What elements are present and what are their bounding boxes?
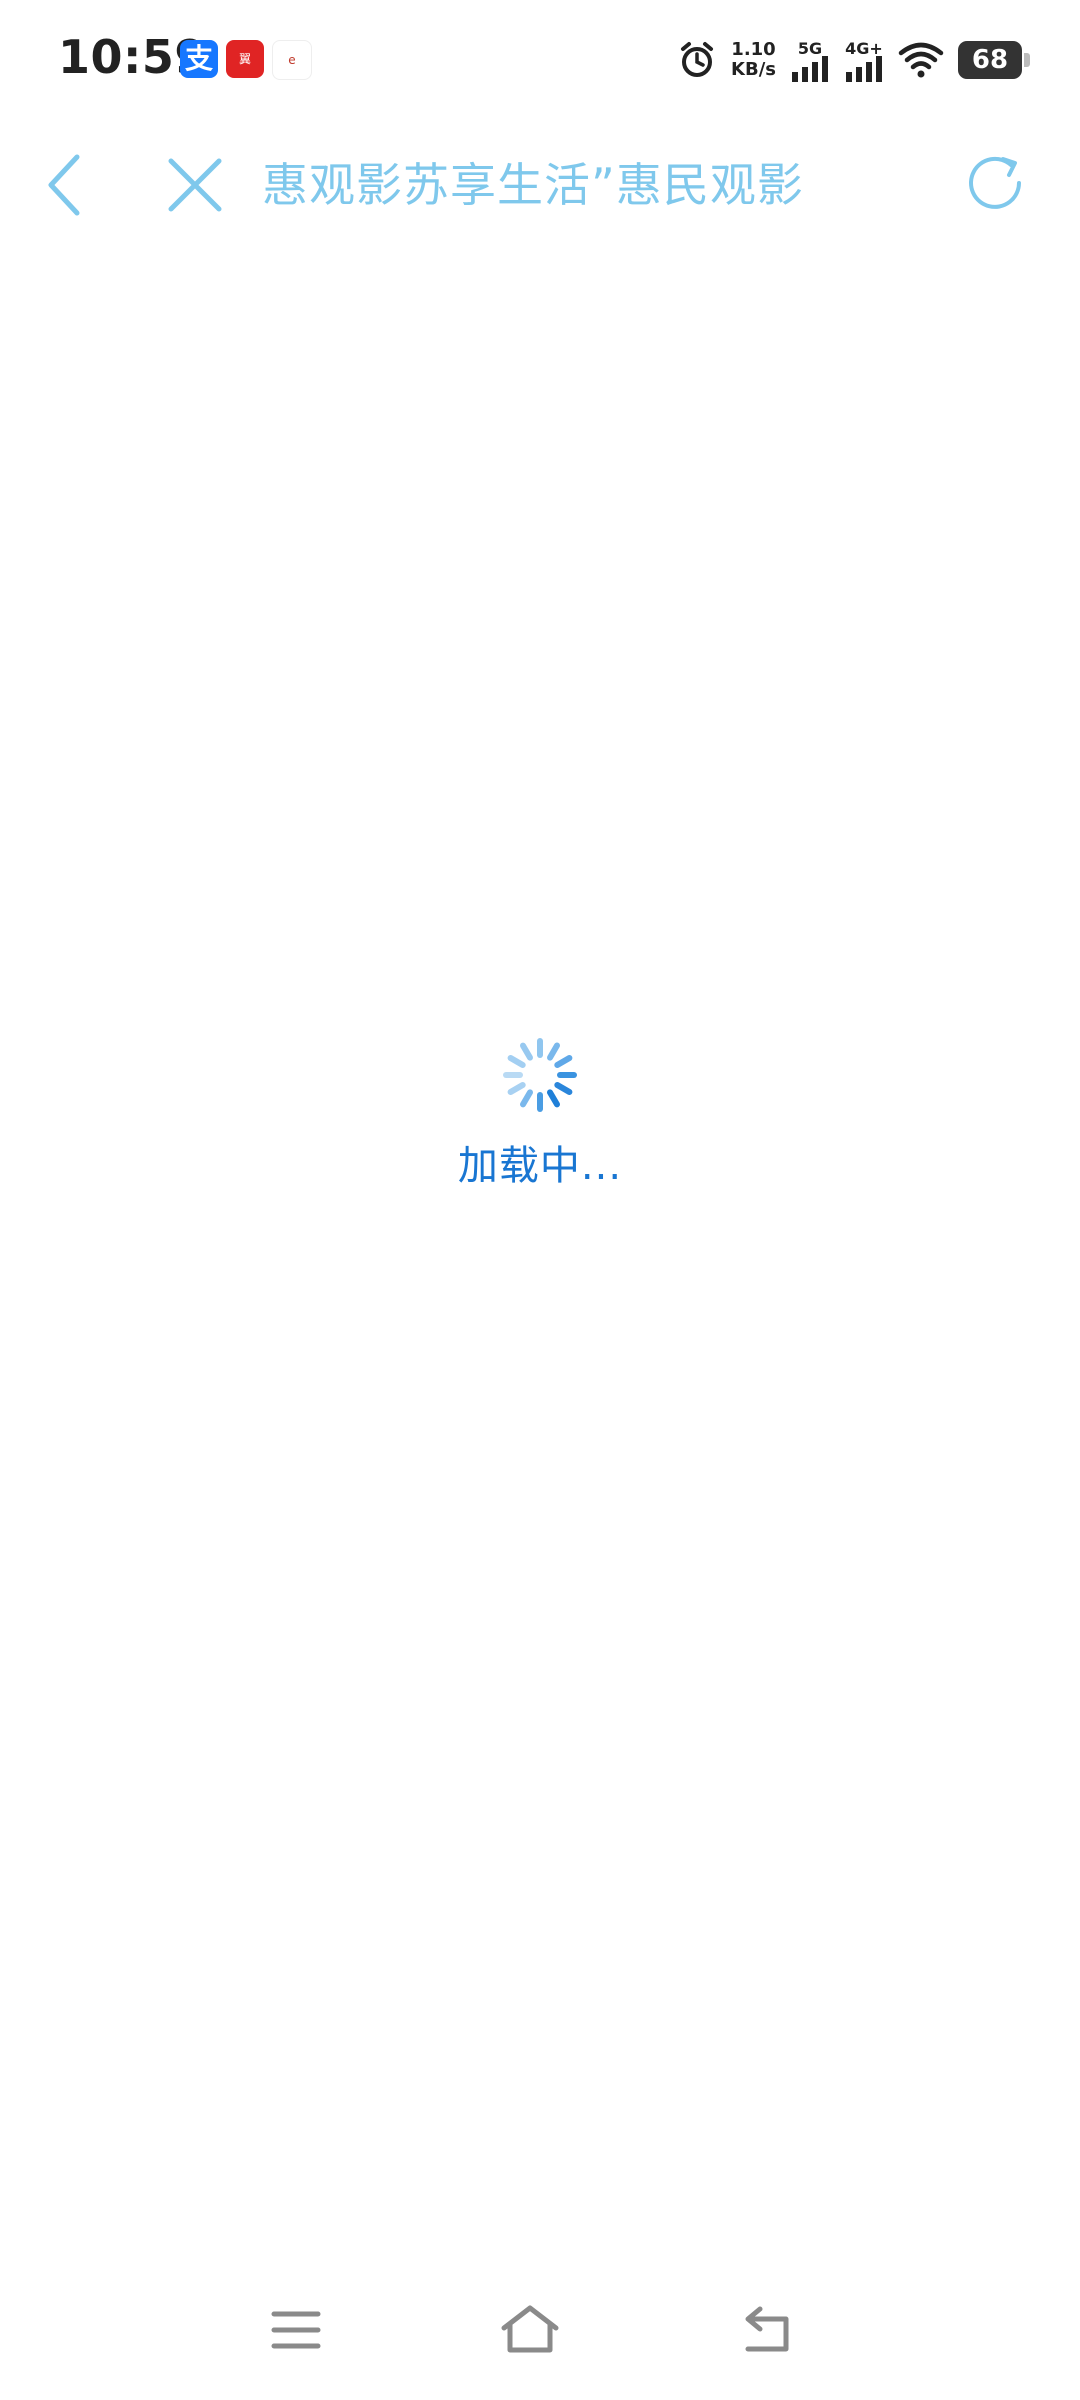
recent-apps-button[interactable] — [236, 2270, 356, 2390]
battery-level: 68 — [971, 45, 1009, 75]
alarm-icon — [677, 38, 717, 82]
back-button[interactable] — [30, 130, 100, 240]
network-speed-value: 1.10 — [731, 39, 776, 60]
network-speed-unit: KB/s — [731, 59, 776, 80]
refresh-icon — [969, 156, 1021, 209]
signal-bars-icon-2 — [846, 55, 882, 82]
chevron-left-icon — [48, 154, 80, 216]
alipay-app-icon: 支 — [180, 40, 218, 78]
notification-app-icon-2: e — [272, 40, 312, 80]
web-nav-bar: 惠观影苏享生活”惠民观影 — [0, 130, 1080, 240]
close-button[interactable] — [150, 130, 240, 240]
system-nav-bar — [0, 2270, 1080, 2390]
signal-bars-icon — [792, 55, 828, 82]
refresh-button[interactable] — [950, 130, 1040, 240]
battery-indicator: 68 — [958, 41, 1030, 79]
wifi-icon — [898, 38, 944, 82]
signal-5g: 5G — [790, 39, 830, 82]
loading-spinner-icon — [503, 1038, 577, 1112]
signal-4g: 4G+ — [844, 39, 884, 82]
home-icon — [501, 2305, 559, 2353]
home-button[interactable] — [470, 2270, 590, 2390]
notification-app-icon: 翼 — [226, 40, 264, 78]
back-arrow-icon — [745, 2306, 789, 2352]
loading-indicator: 加载中... — [0, 1035, 1080, 1191]
network-speed: 1.10 KB/s — [731, 40, 776, 80]
page-title: 惠观影苏享生活”惠民观影 — [262, 158, 804, 212]
status-bar: 10:59 支 翼 e 1.10 KB/s 5G 4G+ 68 — [0, 0, 1080, 120]
system-back-button[interactable] — [706, 2270, 826, 2390]
loading-text: 加载中... — [457, 1143, 623, 1189]
menu-icon — [271, 2311, 321, 2349]
status-icons: 1.10 KB/s 5G 4G+ 68 — [677, 34, 1030, 86]
close-icon — [168, 158, 222, 212]
